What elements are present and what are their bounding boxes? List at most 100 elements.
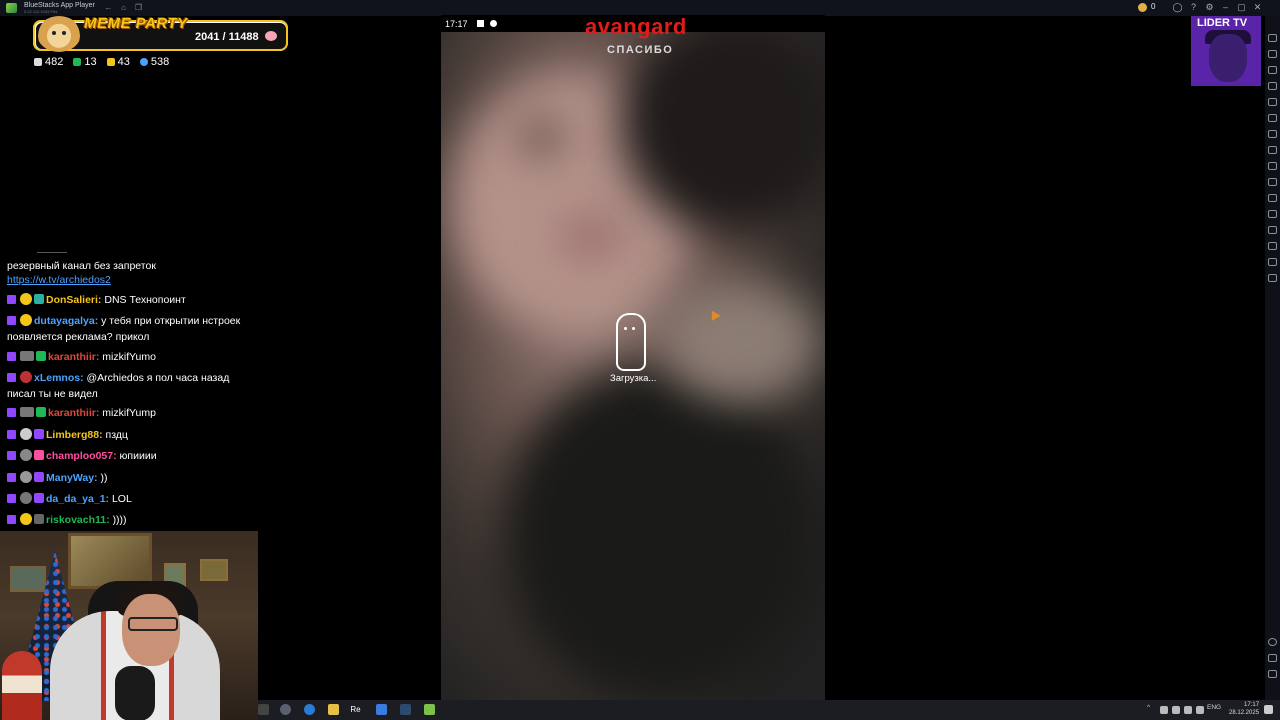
avatar — [20, 371, 32, 383]
tray-language[interactable]: ENG — [1207, 704, 1221, 711]
user-badge-icon — [34, 514, 44, 524]
sidebar-record-icon[interactable] — [1268, 162, 1277, 170]
sidebar-location-icon[interactable] — [1268, 210, 1277, 218]
taskbar-clock[interactable]: 17:17 28.12.2025 — [1229, 701, 1259, 717]
chat-bubble-icon — [34, 58, 42, 66]
sidebar-home-icon[interactable] — [1268, 670, 1277, 678]
chat-message: karanthiir: mizkifYump — [7, 405, 243, 421]
account-icon[interactable]: ◯ — [1172, 2, 1183, 13]
taskbar-app-icon[interactable] — [280, 704, 291, 715]
sub-badge-icon — [7, 408, 16, 417]
blur-dark — [501, 362, 821, 700]
stat-flags: 43 — [106, 56, 130, 68]
flag-icon — [106, 58, 115, 66]
stat-k-value: 13 — [84, 56, 97, 68]
home-icon[interactable]: ⌂ — [119, 3, 128, 12]
k-icon — [73, 58, 82, 66]
stat-flags-value: 43 — [117, 56, 130, 68]
tray-network-icon[interactable] — [1184, 706, 1192, 714]
sub-badge-icon — [7, 451, 16, 460]
help-icon[interactable]: ? — [1188, 2, 1199, 13]
taskbar-browser-icon[interactable] — [304, 704, 315, 715]
minimize-icon[interactable]: – — [1220, 2, 1231, 13]
chat-text: mizkifYumo — [102, 351, 156, 363]
user-badge-icon — [34, 429, 44, 439]
sidebar-multi-instance-icon[interactable] — [1268, 242, 1277, 250]
chat-message: ManyWay: )) — [7, 470, 243, 486]
user-badge-icon — [34, 450, 44, 460]
brand-watermark: avangard — [585, 14, 687, 39]
sidebar-apk-icon[interactable] — [1268, 178, 1277, 186]
taskbar-bluestacks-icon[interactable] — [424, 704, 435, 715]
sidebar-sync-icon[interactable] — [1268, 274, 1277, 282]
avatar — [20, 449, 32, 461]
clock-date: 28.12.2025 — [1229, 710, 1260, 716]
bluestacks-sidebar — [1265, 16, 1280, 701]
streamer-glasses — [128, 617, 178, 631]
notification-icon — [477, 20, 484, 27]
sidebar-keyboard-icon[interactable] — [1268, 66, 1277, 74]
avatar — [20, 471, 32, 483]
tray-mic-icon[interactable] — [1172, 706, 1180, 714]
user-badge-icon — [36, 351, 46, 361]
settings-gear-icon — [490, 20, 497, 27]
taskbar-re-icon[interactable]: Re — [350, 704, 361, 715]
chat-username[interactable]: champloo057: — [46, 450, 117, 462]
chat-header-text: резервный канал без запреток — [7, 260, 156, 272]
chat-username[interactable]: Limberg88: — [46, 429, 103, 441]
stream-stats: 482 13 43 538 — [34, 56, 169, 68]
taskbar-explorer-icon[interactable] — [328, 704, 339, 715]
chat-username[interactable]: karanthiir: — [48, 407, 99, 419]
avatar — [20, 293, 32, 305]
user-badge-icon — [34, 294, 44, 304]
sidebar-folder-icon[interactable] — [1268, 194, 1277, 202]
window-title: BlueStacks App Player — [24, 2, 95, 9]
sidebar-fullscreen-icon[interactable] — [1268, 34, 1277, 42]
sub-badge-icon — [7, 316, 16, 325]
chat-username[interactable]: xLemnos: — [34, 372, 84, 384]
chat-message: karanthiir: mizkifYumo — [7, 349, 243, 365]
sidebar-settings-icon[interactable] — [1268, 638, 1277, 646]
tray-arrow-icon[interactable]: ^ — [1147, 704, 1150, 711]
sub-badge-icon — [7, 352, 16, 361]
window-version: 5.22.112.1003 P64 — [24, 9, 58, 14]
sidebar-macro-icon[interactable] — [1268, 98, 1277, 106]
tray-volume-icon[interactable] — [1196, 706, 1204, 714]
loading-mascot-icon — [612, 313, 650, 371]
back-icon[interactable]: ← — [104, 3, 113, 12]
stat-viewers-value: 538 — [150, 56, 170, 68]
sidebar-back-icon[interactable] — [1268, 654, 1277, 662]
tabs-icon[interactable]: ❐ — [134, 3, 143, 12]
chat-message: Limberg88: пздц — [7, 427, 243, 443]
chat-text: )))) — [112, 514, 127, 526]
chat-message: da_da_ya_1: LOL — [7, 491, 243, 507]
chat-username[interactable]: riskovach11: — [46, 514, 110, 526]
taskbar-steam-icon[interactable] — [400, 704, 411, 715]
taskbar-app-icon[interactable] — [258, 704, 269, 715]
chat-text: LOL — [111, 493, 132, 505]
coin-icon — [1138, 3, 1147, 12]
sidebar-rotate-icon[interactable] — [1268, 114, 1277, 122]
chat-username[interactable]: karanthiir: — [48, 351, 99, 363]
sidebar-eco-icon[interactable] — [1268, 226, 1277, 234]
sidebar-camera-icon[interactable] — [1268, 146, 1277, 154]
maximize-icon[interactable]: ▢ — [1236, 2, 1247, 13]
chat-header-link[interactable]: https://w.tv/archiedos2 — [7, 274, 111, 286]
sidebar-gamepad-icon[interactable] — [1268, 82, 1277, 90]
chat-username[interactable]: da_da_ya_1: — [46, 493, 109, 505]
sidebar-shake-icon[interactable] — [1268, 130, 1277, 138]
close-icon[interactable]: ✕ — [1252, 2, 1263, 13]
chat-username[interactable]: dutayagalya: — [34, 315, 98, 327]
settings-icon[interactable]: ⚙ — [1204, 2, 1215, 13]
sidebar-more-icon[interactable] — [1268, 258, 1277, 266]
sub-badge-icon — [7, 373, 16, 382]
notification-center-icon[interactable] — [1264, 705, 1273, 714]
blur-eye — [521, 122, 561, 152]
chat-username[interactable]: DonSalieri: — [46, 294, 101, 306]
taskbar-app-icon[interactable] — [376, 704, 387, 715]
coin-count: 0 — [1151, 2, 1156, 11]
tray-app-icon[interactable] — [1160, 706, 1168, 714]
avatar — [20, 314, 32, 326]
sidebar-volume-icon[interactable] — [1268, 50, 1277, 58]
chat-username[interactable]: ManyWay: — [46, 472, 98, 484]
